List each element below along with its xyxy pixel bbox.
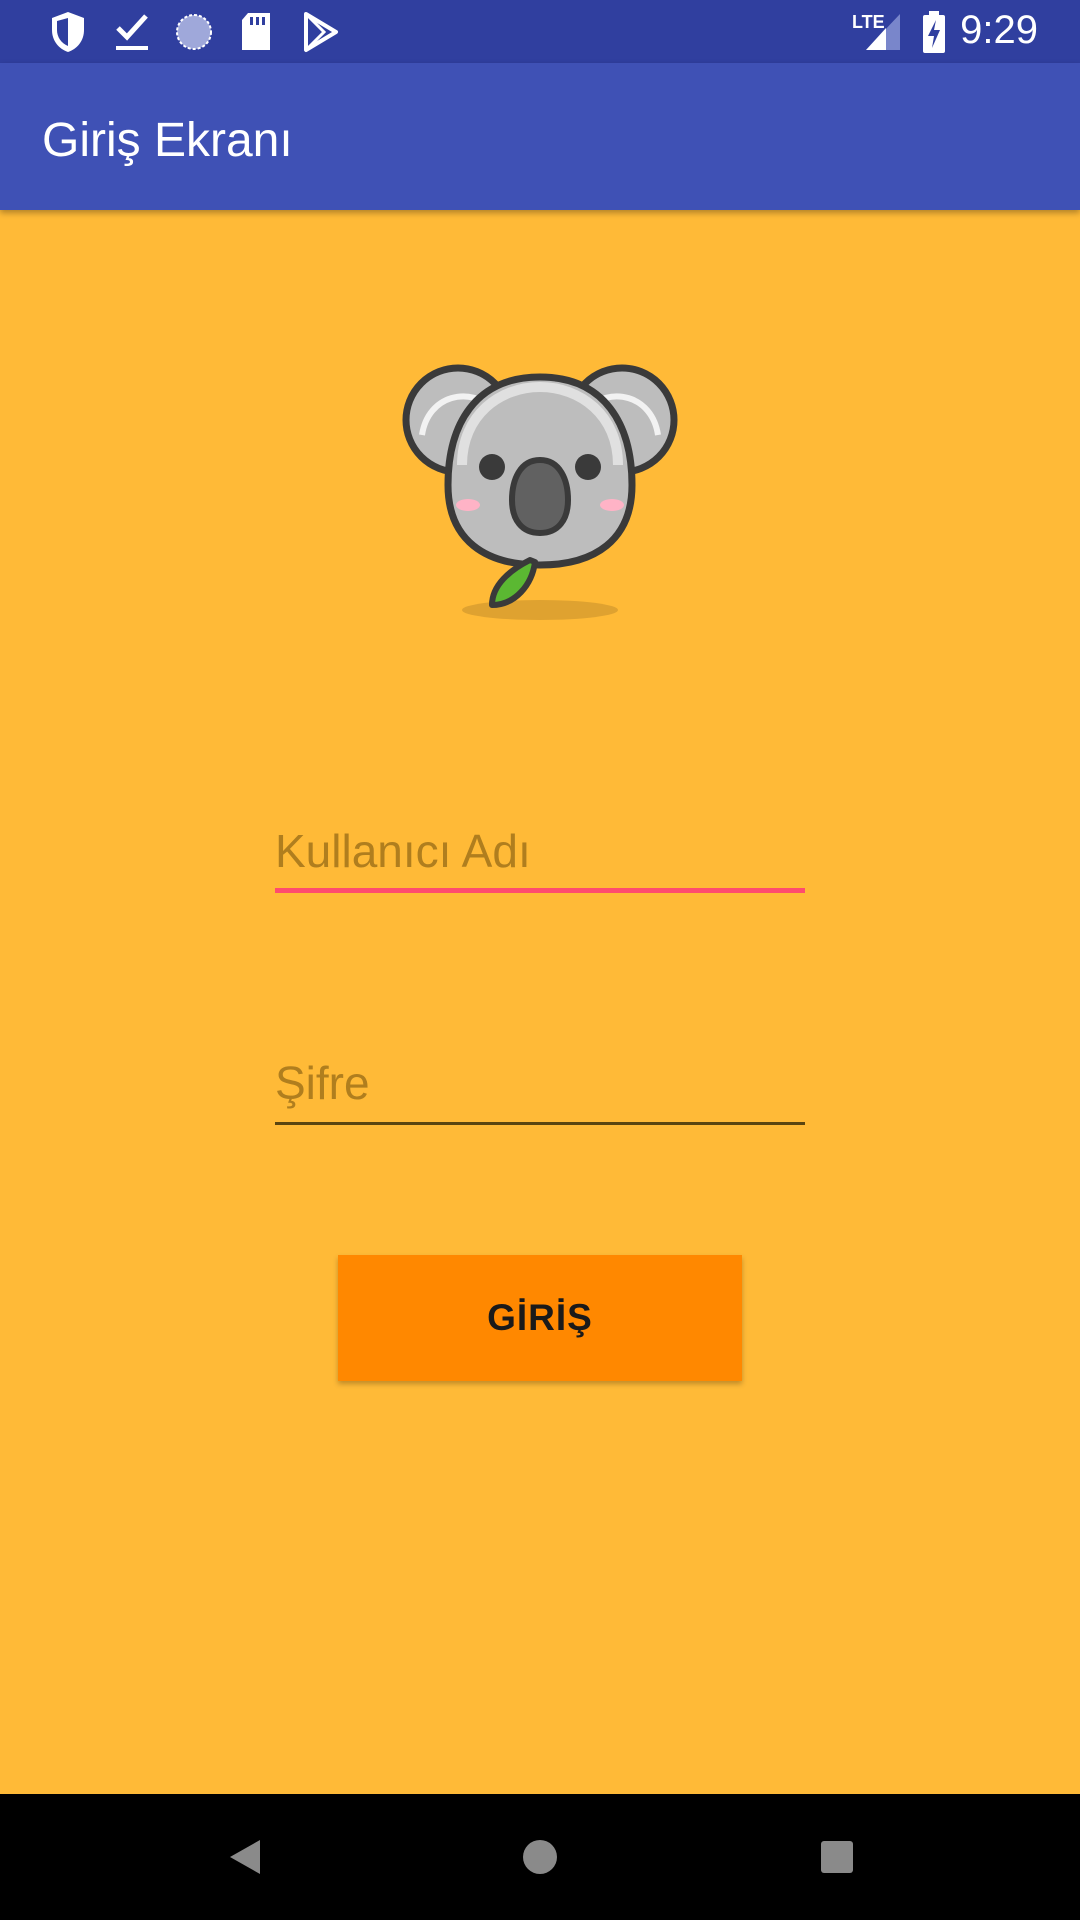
koala-icon xyxy=(402,364,678,620)
navigation-bar xyxy=(0,1794,1080,1920)
battery-icon xyxy=(923,11,945,53)
download-done-icon xyxy=(116,14,148,50)
app-bar: Giriş Ekranı xyxy=(0,63,1080,210)
username-field[interactable] xyxy=(275,820,805,893)
shield-icon xyxy=(52,12,84,52)
sync-circle-icon xyxy=(176,14,212,50)
back-icon[interactable] xyxy=(220,1832,270,1882)
password-field[interactable] xyxy=(275,1052,805,1125)
koala-logo xyxy=(400,355,680,630)
recents-icon[interactable] xyxy=(812,1832,862,1882)
status-time: 9:29 xyxy=(960,8,1038,52)
status-bar: LTE 9:29 xyxy=(0,0,1080,63)
sd-card-icon xyxy=(242,13,270,50)
password-underline xyxy=(275,1122,805,1125)
password-input[interactable] xyxy=(275,1052,805,1116)
page-title: Giriş Ekranı xyxy=(42,114,293,167)
signal-icon xyxy=(866,14,900,50)
play-store-icon xyxy=(304,12,338,52)
login-button[interactable]: GİRİŞ xyxy=(338,1255,742,1381)
home-icon[interactable] xyxy=(515,1832,565,1882)
username-underline xyxy=(275,888,805,893)
username-input[interactable] xyxy=(275,820,805,884)
